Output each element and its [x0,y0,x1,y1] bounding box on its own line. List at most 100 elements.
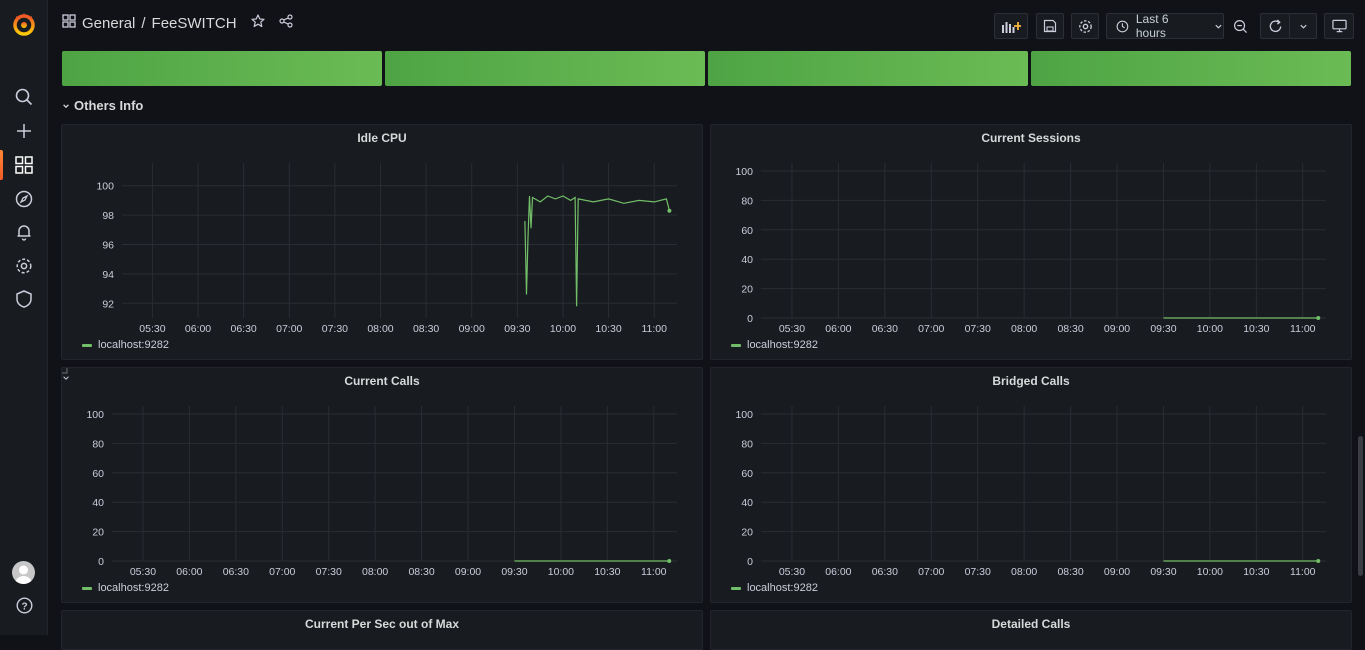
x-tick-label: 09:30 [501,566,527,578]
legend-swatch [82,586,92,590]
x-tick-label: 10:00 [1197,323,1223,335]
stat-panel[interactable] [1031,51,1351,86]
panel-title[interactable]: Current Per Sec out of Max [62,617,702,631]
panel-current-sessions[interactable]: Current Sessions 0 20 40 60 80 100 05:30 06:00 0… [710,124,1352,360]
x-tick-label: 09:00 [1104,566,1130,578]
y-tick-label: 60 [741,225,753,237]
grafana-logo-icon[interactable] [12,12,36,36]
x-tick-label: 06:00 [176,566,202,578]
x-tick-label: 09:00 [459,323,485,335]
y-tick-label: 20 [741,284,753,296]
y-tick-label: 94 [102,269,114,281]
y-tick-label: 0 [747,556,753,568]
x-tick-label: 08:30 [408,566,434,578]
time-range-label: Last 6 hours [1135,12,1169,40]
help-icon[interactable]: ? [14,595,34,615]
bell-icon[interactable] [14,222,34,242]
current-calls-chart[interactable]: 0 20 40 60 80 100 05:30 06:00 06:30 07:00 07:30 08:… [62,368,704,604]
avatar[interactable] [12,561,35,584]
x-tick-label: 06:00 [825,566,851,578]
search-icon[interactable] [14,87,34,107]
dashboards-icon[interactable] [14,155,34,175]
x-tick-label: 09:00 [455,566,481,578]
y-tick-label: 80 [741,195,753,207]
idle-cpu-chart[interactable]: 92 94 96 98 100 05:30 06:00 06:30 07:00 07:30 08:0… [62,125,704,361]
svg-text:?: ? [21,601,27,612]
star-icon[interactable] [250,14,265,32]
legend[interactable]: localhost:9282 [731,339,818,351]
scrollbar[interactable] [1358,436,1363,576]
settings-button[interactable] [1071,13,1099,39]
x-tick-label: 08:00 [1011,566,1037,578]
save-button[interactable] [1036,13,1064,39]
add-panel-button[interactable] [994,13,1028,39]
current-sessions-chart[interactable]: 0 20 40 60 80 100 05:30 06:00 06:30 07:00 07:30 08:… [711,125,1353,361]
legend-swatch [82,343,92,347]
refresh-button[interactable] [1260,13,1290,39]
x-tick-label: 08:00 [367,323,393,335]
panel-detailed-calls[interactable]: Detailed Calls [710,610,1352,650]
x-tick-label: 10:00 [1197,566,1223,578]
compass-icon[interactable] [14,189,34,209]
plus-icon[interactable] [14,121,34,141]
zoom-out-button[interactable] [1228,13,1252,39]
last-point [667,559,672,563]
dashboard-title[interactable]: FeeSWITCH [152,15,237,32]
y-tick-label: 20 [92,527,104,539]
panel-idle-cpu[interactable]: Idle CPU 92 94 96 98 100 05:30 06:00 06:30 07:00… [61,124,703,360]
x-tick-label: 05:30 [779,566,805,578]
x-tick-label: 08:00 [362,566,388,578]
shield-icon[interactable] [14,289,34,309]
y-tick-label: 100 [735,409,753,421]
folder-link[interactable]: General [82,15,135,32]
x-tick-label: 06:30 [872,566,898,578]
stat-panel[interactable] [385,51,705,86]
y-tick-label: 96 [102,240,114,252]
x-tick-label: 06:30 [223,566,249,578]
x-tick-label: 07:00 [276,323,302,335]
x-tick-label: 08:00 [1011,323,1037,335]
monitor-icon [1331,19,1347,33]
x-tick-label: 07:00 [918,566,944,578]
zoom-out-icon [1233,19,1247,33]
last-point [1316,316,1321,320]
x-tick-label: 09:00 [1104,323,1130,335]
x-tick-label: 08:30 [413,323,439,335]
panel-title[interactable]: Detailed Calls [711,617,1351,631]
resize-handle-icon[interactable] [62,368,68,374]
y-tick-label: 60 [92,468,104,480]
legend-swatch [731,343,741,347]
panel-current-per-sec[interactable]: Current Per Sec out of Max [61,610,703,650]
y-tick-label: 80 [741,438,753,450]
x-tick-label: 09:30 [1150,323,1176,335]
legend[interactable]: localhost:9282 [731,582,818,594]
last-point [667,208,672,213]
x-tick-label: 09:30 [1150,566,1176,578]
chevron-down-icon [63,103,69,108]
bridged-calls-chart[interactable]: 0 20 40 60 80 100 05:30 06:00 06:30 07:00 07:30 08:… [711,368,1353,604]
x-tick-label: 07:30 [965,323,991,335]
dashboard-grid-icon [62,14,76,32]
y-tick-label: 92 [102,298,114,310]
breadcrumb-separator: / [141,14,146,32]
stat-panel[interactable] [708,51,1028,86]
x-tick-label: 06:30 [231,323,257,335]
legend[interactable]: localhost:9282 [82,582,169,594]
time-range-picker[interactable]: Last 6 hours [1106,12,1224,40]
panel-current-calls[interactable]: Current Calls 0 20 40 60 80 100 05:30 06:00 06:3… [61,367,703,603]
legend-label: localhost:9282 [747,339,818,351]
gear-icon[interactable] [14,256,34,276]
sidebar: ? [0,0,48,635]
x-tick-label: 07:00 [918,323,944,335]
row-header[interactable]: Others Info [62,98,143,113]
refresh-interval-dropdown[interactable] [1289,13,1317,39]
stat-panel[interactable] [62,51,382,86]
cycle-view-mode-button[interactable] [1324,13,1354,39]
y-tick-label: 20 [741,527,753,539]
legend[interactable]: localhost:9282 [82,339,169,351]
share-icon[interactable] [278,14,293,32]
y-tick-label: 40 [741,497,753,509]
y-tick-label: 0 [98,556,104,568]
add-panel-icon [1002,22,1021,33]
panel-bridged-calls[interactable]: Bridged Calls 0 20 40 60 80 100 05:30 06:00 06:3… [710,367,1352,603]
